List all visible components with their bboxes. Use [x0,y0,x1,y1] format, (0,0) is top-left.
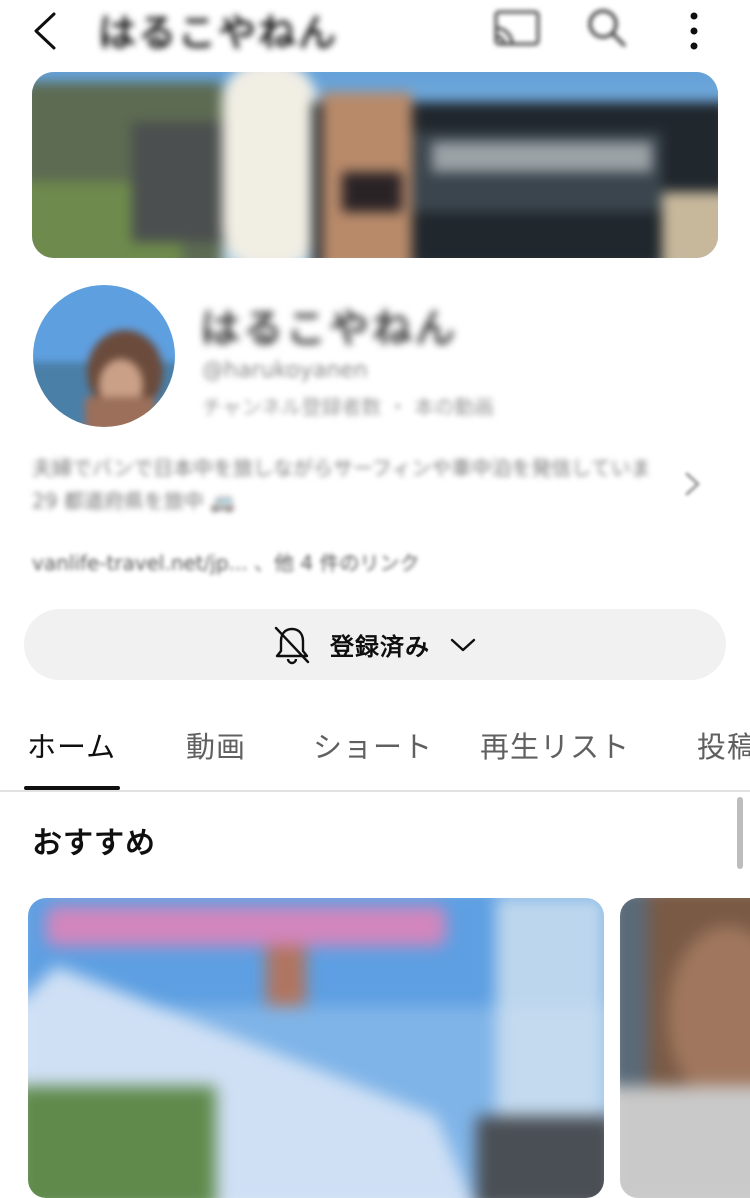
search-icon [588,9,626,47]
top-app-bar: はるこやねん [0,0,750,60]
back-button[interactable] [22,6,72,56]
subscribed-button[interactable]: 登録済み [24,609,726,680]
more-options-button[interactable] [670,6,718,52]
scrollbar[interactable] [737,797,743,869]
tab-videos[interactable]: 動画 [186,724,246,766]
video-thumbnail[interactable] [620,898,750,1198]
page-title: はるこやねん [98,11,339,55]
channel-description[interactable]: 夫婦でバンで日本中を旅しながらサーフィンや車中泊を発信しています 29 都道府県… [32,452,652,518]
tabs-divider [0,790,750,792]
channel-links[interactable]: vanlife-travel.net/jp... 、他 4 件のリンク [32,547,420,576]
subscribed-label: 登録済み [330,633,430,661]
thumbnail-image [620,898,750,1198]
section-title: おすすめ [32,826,156,861]
channel-name: はるこやねん [200,306,458,352]
tab-posts[interactable]: 投稿 [697,724,750,766]
channel-tabs: ホーム 動画 ショート 再生リスト 投稿 [0,712,750,790]
chevron-left-icon [34,12,56,50]
bell-off-icon [274,626,310,664]
description-line: 29 都道府県を旅中 🚐 [32,489,236,513]
video-thumbnail[interactable] [28,898,604,1198]
search-button[interactable] [582,4,632,50]
chevron-down-icon [450,638,476,651]
chevron-right-icon [685,472,700,496]
thumbnail-image [28,898,604,1198]
more-vertical-icon [690,12,698,50]
description-line: 夫婦でバンで日本中を旅しながらサーフィンや車中泊を発信しています [32,456,652,480]
channel-handle: @harukoyanen [202,358,368,383]
cast-button[interactable] [490,6,546,52]
avatar-image [33,285,175,427]
cast-icon [494,10,540,46]
channel-banner [32,72,718,258]
channel-stats: チャンネル登録者数 ・ 本の動画 [202,395,495,419]
description-expand-button[interactable] [674,466,710,502]
banner-image [32,72,718,258]
avatar[interactable] [33,285,175,427]
tab-home[interactable]: ホーム [27,724,116,766]
tab-playlists[interactable]: 再生リスト [480,724,630,766]
tab-shorts[interactable]: ショート [313,724,433,766]
